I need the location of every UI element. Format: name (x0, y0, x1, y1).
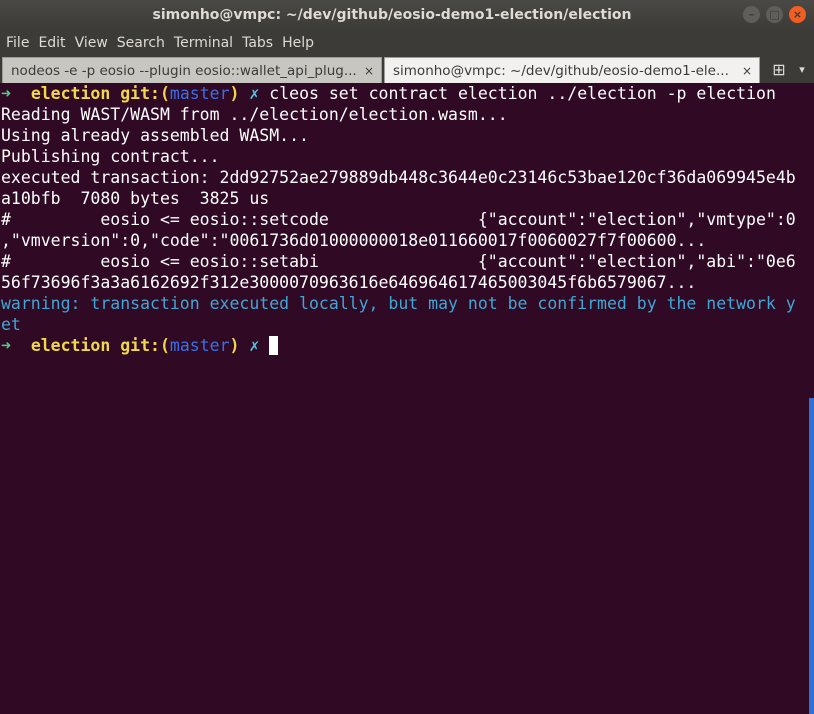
warning-line: et (1, 315, 21, 334)
warning-line: warning: transaction executed locally, b… (1, 294, 796, 313)
tab-close-icon[interactable]: × (364, 58, 374, 83)
prompt-git-branch: master (169, 336, 230, 355)
prompt-dirty-icon: ✗ (249, 84, 260, 103)
prompt-git-prefix: git:( (120, 84, 170, 103)
text-cursor (269, 336, 279, 355)
prompt-line-command: ➜ election git:(master) ✗ cleos set cont… (1, 83, 807, 104)
title-bar[interactable]: simonho@vmpc: ~/dev/github/eosio-demo1-e… (0, 0, 814, 30)
tab-bar: nodeos -e -p eosio --plugin eosio::walle… (0, 56, 814, 83)
tab-list-dropdown-icon[interactable]: ▾ (792, 57, 812, 83)
prompt-git-suffix: ) (229, 84, 240, 103)
menu-help[interactable]: Help (278, 30, 318, 56)
output-line: a10bfb 7080 bytes 3825 us (1, 189, 270, 208)
output-line: 56f73696f3a3a6162692f312e3000070963616e6… (1, 273, 697, 292)
menu-search[interactable]: Search (113, 30, 169, 56)
scrollbar[interactable] (807, 83, 814, 714)
prompt-git-prefix: git:( (120, 336, 170, 355)
tab-label: nodeos -e -p eosio --plugin eosio::walle… (11, 63, 357, 79)
scrollbar-thumb[interactable] (809, 398, 814, 714)
prompt-dirty-icon: ✗ (249, 336, 260, 355)
minimize-button[interactable]: – (743, 6, 760, 23)
close-button[interactable]: × (789, 6, 806, 23)
output-line: # eosio <= eosio::setcode {"account":"el… (1, 210, 796, 229)
maximize-button[interactable]: □ (766, 6, 783, 23)
menu-edit[interactable]: Edit (34, 30, 69, 56)
prompt-directory: election (30, 84, 111, 103)
prompt-git-suffix: ) (229, 336, 240, 355)
tab-label: simonho@vmpc: ~/dev/github/eosio-demo1-e… (393, 63, 729, 79)
output-line: # eosio <= eosio::setabi {"account":"ele… (1, 252, 796, 271)
menu-view[interactable]: View (71, 30, 112, 56)
prompt-directory: election (30, 336, 111, 355)
output-line: Reading WAST/WASM from ../election/elect… (1, 105, 508, 124)
menu-file[interactable]: File (2, 30, 33, 56)
prompt-line-current: ➜ election git:(master) ✗ (1, 335, 807, 356)
output-line: Using already assembled WASM... (1, 126, 309, 145)
menu-terminal[interactable]: Terminal (170, 30, 237, 56)
prompt-arrow-icon: ➜ (1, 84, 11, 103)
menu-tabs[interactable]: Tabs (238, 30, 277, 56)
terminal-output[interactable]: ➜ election git:(master) ✗ cleos set cont… (0, 83, 807, 714)
output-line: ,"vmversion":0,"code":"0061736d010000000… (1, 231, 707, 250)
prompt-arrow-icon: ➜ (1, 336, 11, 355)
prompt-git-branch: master (169, 84, 230, 103)
menu-bar: File Edit View Search Terminal Tabs Help (0, 30, 814, 56)
output-line: executed transaction: 2dd92752ae279889db… (1, 168, 796, 187)
output-line: Publishing contract... (1, 147, 220, 166)
command-text: cleos set contract election ../election … (269, 84, 776, 103)
tab-election[interactable]: simonho@vmpc: ~/dev/github/eosio-demo1-e… (384, 57, 760, 83)
window-controls: – □ × (743, 6, 806, 24)
tab-nodeos[interactable]: nodeos -e -p eosio --plugin eosio::walle… (2, 57, 382, 83)
terminal-window: simonho@vmpc: ~/dev/github/eosio-demo1-e… (0, 0, 814, 714)
new-tab-icon[interactable]: ⊞ (766, 57, 792, 83)
window-title: simonho@vmpc: ~/dev/github/eosio-demo1-e… (152, 7, 632, 23)
tab-close-icon[interactable]: × (742, 58, 752, 83)
